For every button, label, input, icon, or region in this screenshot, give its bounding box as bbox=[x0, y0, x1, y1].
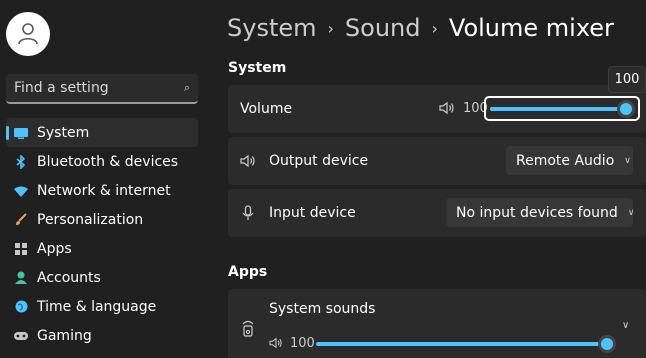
apps-icon bbox=[14, 242, 28, 256]
breadcrumb-sound[interactable]: Sound bbox=[345, 14, 421, 42]
speaker-icon bbox=[269, 337, 283, 349]
system-sounds-card: System sounds 100 ∨ bbox=[228, 289, 646, 358]
brush-icon bbox=[14, 212, 28, 227]
microphone-icon bbox=[240, 205, 256, 221]
sidebar-item-network[interactable]: Network & internet bbox=[6, 176, 198, 205]
sidebar-item-label: Time & language bbox=[37, 298, 157, 315]
output-device-dropdown[interactable]: Remote Audio ∨ bbox=[506, 146, 633, 175]
sidebar-item-time-language[interactable]: Time & language bbox=[6, 292, 198, 321]
volume-slider-fill bbox=[490, 107, 626, 111]
globe-icon bbox=[14, 300, 28, 314]
sidebar-item-apps[interactable]: Apps bbox=[6, 234, 198, 263]
user-icon bbox=[18, 23, 38, 45]
chevron-down-icon: ∨ bbox=[627, 207, 635, 218]
input-device-card: Input device No input devices found ∨ bbox=[228, 189, 646, 237]
chevron-right-icon: › bbox=[431, 18, 438, 38]
sidebar-item-label: Accounts bbox=[37, 269, 101, 286]
chevron-down-icon[interactable]: ∨ bbox=[622, 320, 629, 331]
sidebar-nav: System Bluetooth & devices Network & int… bbox=[6, 118, 198, 350]
volume-card: Volume 100 bbox=[228, 85, 646, 133]
sidebar-item-label: Network & internet bbox=[37, 182, 171, 199]
volume-label: Volume bbox=[240, 101, 293, 117]
sidebar-item-system[interactable]: System bbox=[6, 118, 198, 147]
system-icon bbox=[14, 126, 28, 140]
search-icon[interactable]: ⌕ bbox=[184, 81, 190, 95]
accounts-icon bbox=[14, 271, 28, 285]
page-title: Volume mixer bbox=[448, 14, 614, 42]
system-sounds-icon bbox=[240, 320, 256, 337]
speaker-icon bbox=[240, 153, 256, 169]
volume-slider-thumb[interactable] bbox=[620, 103, 632, 115]
sidebar-item-bluetooth[interactable]: Bluetooth & devices bbox=[6, 147, 198, 176]
input-device-value: No input devices found bbox=[456, 204, 618, 221]
sidebar-item-label: Personalization bbox=[37, 211, 144, 228]
output-device-label: Output device bbox=[269, 153, 369, 169]
search-input[interactable]: Find a setting ⌕ bbox=[6, 74, 198, 104]
sidebar-item-label: Gaming bbox=[37, 327, 92, 344]
output-device-card: Output device Remote Audio ∨ bbox=[228, 137, 646, 185]
bluetooth-icon bbox=[14, 154, 28, 169]
chevron-right-icon: › bbox=[327, 18, 334, 38]
sidebar-item-gaming[interactable]: Gaming bbox=[6, 321, 198, 350]
system-sounds-value: 100 bbox=[290, 336, 315, 351]
system-sounds-slider-thumb[interactable] bbox=[601, 338, 613, 350]
sidebar-item-label: Bluetooth & devices bbox=[37, 153, 179, 170]
speaker-icon bbox=[439, 100, 455, 116]
sidebar-item-label: System bbox=[37, 124, 90, 141]
avatar[interactable] bbox=[6, 12, 50, 56]
sidebar-item-label: Apps bbox=[37, 240, 72, 257]
input-device-label: Input device bbox=[269, 205, 356, 221]
system-sounds-label: System sounds bbox=[269, 301, 376, 317]
breadcrumb-system[interactable]: System bbox=[227, 14, 317, 42]
section-title-apps: Apps bbox=[228, 264, 268, 280]
section-title-system: System bbox=[228, 60, 287, 76]
search-placeholder: Find a setting bbox=[14, 80, 109, 96]
input-device-dropdown[interactable]: No input devices found ∨ bbox=[446, 198, 635, 227]
output-device-value: Remote Audio bbox=[516, 152, 615, 169]
sidebar-item-personalization[interactable]: Personalization bbox=[6, 205, 198, 234]
volume-slider[interactable] bbox=[484, 96, 640, 121]
volume-tooltip: 100 bbox=[608, 66, 646, 93]
wifi-icon bbox=[14, 184, 28, 198]
breadcrumb: System › Sound › Volume mixer bbox=[227, 14, 614, 42]
sidebar-item-accounts[interactable]: Accounts bbox=[6, 263, 198, 292]
gamepad-icon bbox=[14, 329, 28, 343]
system-sounds-slider-fill bbox=[316, 342, 607, 346]
system-sounds-slider[interactable] bbox=[316, 335, 616, 353]
chevron-down-icon: ∨ bbox=[624, 155, 631, 166]
